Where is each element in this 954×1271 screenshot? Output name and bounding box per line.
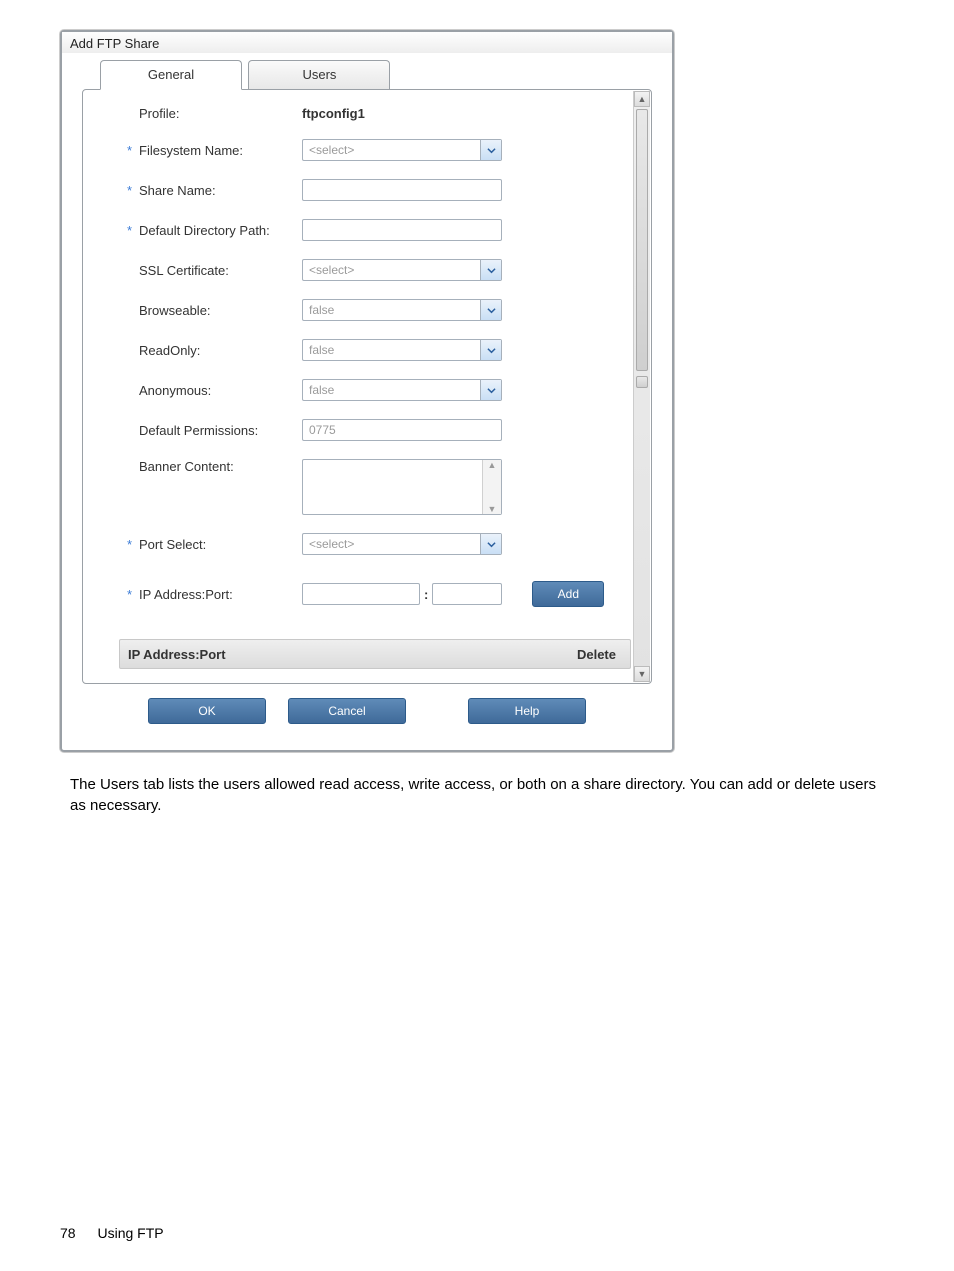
share-name-input[interactable] bbox=[302, 179, 502, 201]
ip-address-port-list-header: IP Address:Port Delete bbox=[119, 639, 631, 669]
readonly-label: ReadOnly: bbox=[139, 343, 200, 358]
port-input[interactable] bbox=[432, 583, 502, 605]
ok-button[interactable]: OK bbox=[148, 698, 266, 724]
help-button[interactable]: Help bbox=[468, 698, 586, 724]
banner-content-label: Banner Content: bbox=[139, 459, 234, 474]
tab-general[interactable]: General bbox=[100, 60, 242, 90]
textarea-scrollbar[interactable]: ▲▼ bbox=[482, 460, 501, 514]
default-permissions-input[interactable]: 0775 bbox=[302, 419, 502, 441]
chevron-down-icon bbox=[480, 380, 501, 400]
ip-address-input[interactable] bbox=[302, 583, 420, 605]
browseable-select[interactable]: false bbox=[302, 299, 502, 321]
share-name-label: Share Name: bbox=[139, 183, 216, 198]
required-marker: * bbox=[127, 143, 139, 158]
required-marker: * bbox=[127, 537, 139, 552]
readonly-select[interactable]: false bbox=[302, 339, 502, 361]
scroll-marker bbox=[636, 376, 648, 388]
required-marker: * bbox=[127, 587, 139, 602]
page-number: 78 bbox=[60, 1225, 76, 1241]
scroll-thumb[interactable] bbox=[636, 109, 648, 371]
profile-label: Profile: bbox=[139, 106, 179, 121]
chevron-down-icon bbox=[480, 534, 501, 554]
profile-value: ftpconfig1 bbox=[302, 106, 365, 121]
anonymous-select[interactable]: false bbox=[302, 379, 502, 401]
general-form: Profile: ftpconfig1 *Filesystem Name: <s… bbox=[83, 90, 651, 635]
panel-scrollbar[interactable]: ▲ ▼ bbox=[633, 91, 650, 682]
ip-port-separator: : bbox=[424, 587, 428, 602]
filesystem-name-select[interactable]: <select> bbox=[302, 139, 502, 161]
cancel-button[interactable]: Cancel bbox=[288, 698, 406, 724]
tab-users[interactable]: Users bbox=[248, 60, 390, 89]
page-footer: 78 Using FTP bbox=[60, 1225, 164, 1241]
chevron-down-icon bbox=[480, 260, 501, 280]
port-select-label: Port Select: bbox=[139, 537, 206, 552]
browseable-label: Browseable: bbox=[139, 303, 211, 318]
port-select[interactable]: <select> bbox=[302, 533, 502, 555]
page-section: Using FTP bbox=[97, 1225, 163, 1241]
chevron-down-icon bbox=[480, 140, 501, 160]
scroll-down-arrow-icon[interactable]: ▼ bbox=[634, 666, 650, 682]
tab-bar: General Users bbox=[100, 59, 660, 89]
required-marker: * bbox=[127, 223, 139, 238]
default-directory-input[interactable] bbox=[302, 219, 502, 241]
ssl-certificate-select[interactable]: <select> bbox=[302, 259, 502, 281]
add-button[interactable]: Add bbox=[532, 581, 604, 607]
caption-text: The Users tab lists the users allowed re… bbox=[70, 774, 884, 816]
dialog-title: Add FTP Share bbox=[62, 32, 672, 53]
chevron-down-icon bbox=[480, 300, 501, 320]
default-permissions-label: Default Permissions: bbox=[139, 423, 258, 438]
default-directory-label: Default Directory Path: bbox=[139, 223, 270, 238]
add-ftp-share-dialog: Add FTP Share General Users Profile: ftp… bbox=[60, 30, 674, 752]
anonymous-label: Anonymous: bbox=[139, 383, 211, 398]
required-marker: * bbox=[127, 183, 139, 198]
scroll-up-arrow-icon[interactable]: ▲ bbox=[634, 91, 650, 107]
dialog-footer: OK Cancel Help bbox=[74, 684, 660, 738]
banner-content-textarea[interactable]: ▲▼ bbox=[302, 459, 502, 515]
ip-address-port-label: IP Address:Port: bbox=[139, 587, 233, 602]
list-header-title: IP Address:Port bbox=[128, 647, 577, 662]
list-header-delete[interactable]: Delete bbox=[577, 647, 622, 662]
chevron-down-icon bbox=[480, 340, 501, 360]
ssl-certificate-label: SSL Certificate: bbox=[139, 263, 229, 278]
filesystem-name-label: Filesystem Name: bbox=[139, 143, 243, 158]
